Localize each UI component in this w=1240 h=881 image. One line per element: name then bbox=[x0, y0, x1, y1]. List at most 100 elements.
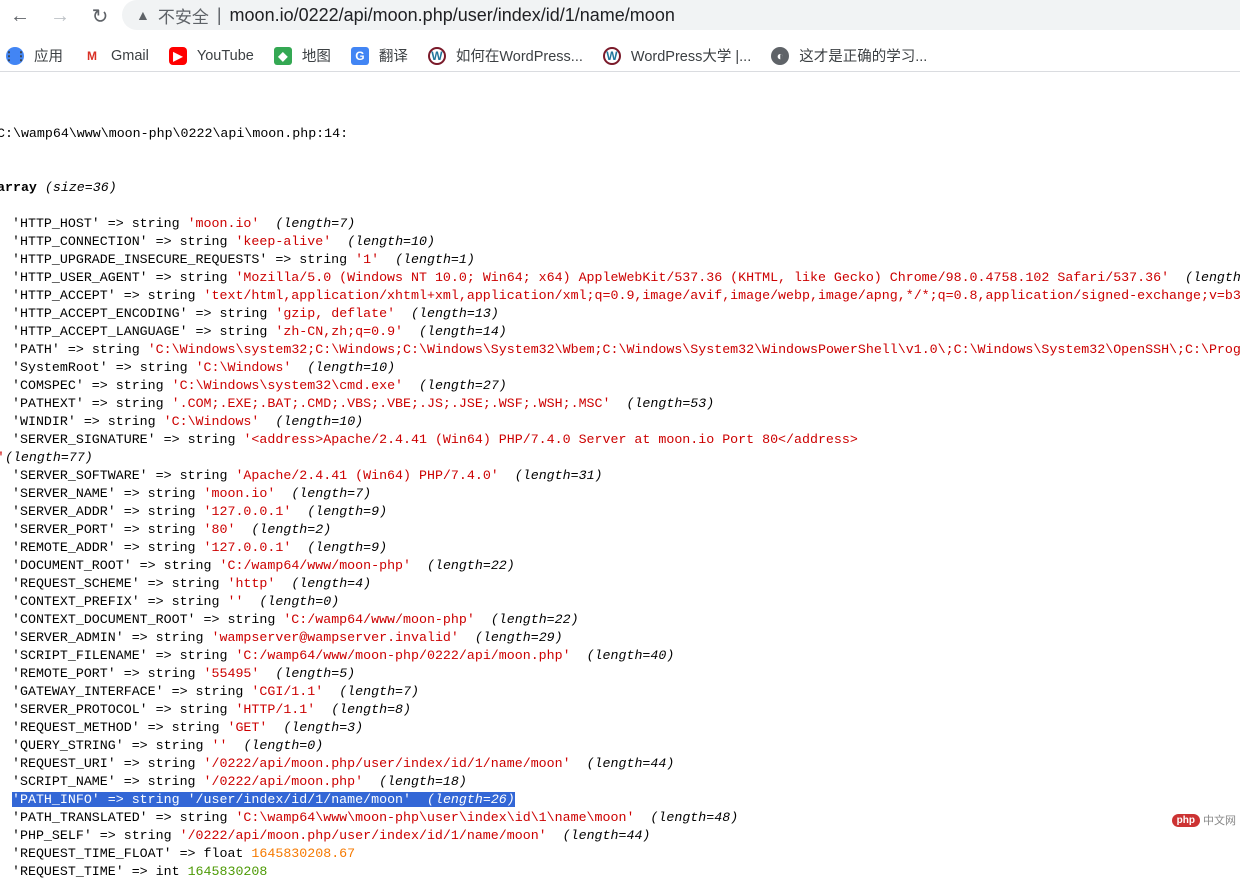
entry-type: string bbox=[179, 810, 228, 825]
entry-length: (length=44) bbox=[562, 828, 651, 843]
entry-type: string bbox=[187, 432, 236, 447]
entry-type: string bbox=[147, 486, 196, 501]
entry-key: 'PATH' bbox=[12, 342, 60, 357]
dump-entry: 'SERVER_NAME' => string 'moon.io' (lengt… bbox=[12, 486, 372, 501]
url-text[interactable]: moon.io/0222/api/moon.php/user/index/id/… bbox=[230, 5, 675, 26]
entry-type: string bbox=[139, 360, 188, 375]
bookmark-item[interactable]: ▶ YouTube bbox=[168, 46, 254, 65]
bookmark-label: WordPress大学 |... bbox=[630, 49, 752, 65]
bookmark-item[interactable]: G 翻译 bbox=[350, 45, 408, 66]
entry-key: 'REQUEST_TIME_FLOAT' bbox=[12, 846, 172, 861]
entry-key: 'SERVER_SIGNATURE' bbox=[12, 432, 156, 447]
maps-icon: ◆ bbox=[273, 46, 292, 65]
bookmark-item[interactable]: ⋮⋮ 应用 bbox=[3, 45, 63, 66]
dump-entry: 'PATHEXT' => string '.COM;.EXE;.BAT;.CMD… bbox=[12, 396, 715, 411]
entry-key: 'WINDIR' bbox=[12, 414, 76, 429]
wordpress-icon: W bbox=[427, 46, 446, 65]
entry-key: 'REQUEST_URI' bbox=[12, 756, 116, 771]
entry-type: string bbox=[147, 504, 196, 519]
entry-value: 'Apache/2.4.41 (Win64) PHP/7.4.0' bbox=[235, 468, 499, 483]
entry-value: 'text/html,application/xhtml+xml,applica… bbox=[203, 288, 1240, 303]
dump-header: array (size=36) bbox=[0, 179, 1240, 197]
dump-entry: 'PATH_TRANSLATED' => string 'C:\wamp64\w… bbox=[12, 810, 739, 825]
entry-type: string bbox=[179, 270, 228, 285]
entry-key: 'HTTP_UPGRADE_INSECURE_REQUESTS' bbox=[12, 252, 268, 267]
bookmark-label: YouTube bbox=[196, 47, 254, 64]
entry-value: '' bbox=[227, 594, 244, 609]
entry-value: 'wampserver@wampserver.invalid' bbox=[211, 630, 459, 645]
entry-key: 'SERVER_PROTOCOL' bbox=[12, 702, 148, 717]
entry-key: 'HTTP_ACCEPT_LANGUAGE' bbox=[12, 324, 188, 339]
entry-value: 'moon.io' bbox=[203, 486, 276, 501]
entry-length: (length=13) bbox=[411, 306, 499, 321]
entry-value: '/0222/api/moon.php' bbox=[203, 774, 364, 789]
entry-value: 'C:\Windows\system32\cmd.exe' bbox=[171, 378, 404, 393]
bookmark-item[interactable]: W 如何在WordPress... bbox=[427, 45, 583, 66]
entry-key: 'SystemRoot' bbox=[12, 360, 108, 375]
entry-value: '/user/index/id/1/name/moon' bbox=[187, 792, 412, 807]
entry-type: string bbox=[131, 216, 180, 231]
entry-type: string bbox=[299, 252, 348, 267]
dump-entry: 'PATH_INFO' => string '/user/index/id/1/… bbox=[0, 791, 1240, 809]
entry-key: 'SERVER_PORT' bbox=[12, 522, 116, 537]
dump-entry: 'HTTP_CONNECTION' => string 'keep-alive'… bbox=[12, 234, 435, 249]
entry-value: 'keep-alive' bbox=[235, 234, 332, 249]
entry-key: 'PATH_INFO' bbox=[12, 792, 100, 807]
entry-key: 'HTTP_CONNECTION' bbox=[12, 234, 148, 249]
entry-key: 'QUERY_STRING' bbox=[12, 738, 124, 753]
entry-key: 'REMOTE_ADDR' bbox=[12, 540, 116, 555]
entry-length: (length=5) bbox=[275, 666, 356, 681]
entry-length: (length=77) bbox=[4, 450, 93, 465]
dump-entry: 'HTTP_ACCEPT_LANGUAGE' => string 'zh-CN,… bbox=[12, 324, 507, 339]
globe-icon: ◐ bbox=[771, 46, 790, 65]
entry-length: (length=18) bbox=[379, 774, 467, 789]
bookmark-item[interactable]: ◐ 这才是正确的学习... bbox=[771, 45, 927, 66]
divider: | bbox=[216, 4, 222, 25]
entry-value: 'C:\Windows' bbox=[163, 414, 260, 429]
dump-entry: 'SERVER_SIGNATURE' => string '<address>A… bbox=[0, 431, 1240, 467]
entry-value: 'C:\Windows' bbox=[195, 360, 292, 375]
entry-type: string bbox=[219, 306, 268, 321]
entry-value: '127.0.0.1' bbox=[203, 504, 292, 519]
watermark-badge: php bbox=[1171, 813, 1200, 827]
entry-length: (length=14) bbox=[419, 324, 507, 339]
dump-entry: 'SystemRoot' => string 'C:\Windows' (len… bbox=[12, 360, 396, 375]
entry-key: 'SERVER_ADDR' bbox=[12, 504, 116, 519]
dump-file-path: C:\wamp64\www\moon-php\0222\api\moon.php… bbox=[0, 126, 349, 141]
bookmark-item[interactable]: ◆ 地图 bbox=[273, 45, 331, 66]
entry-type: string bbox=[155, 630, 204, 645]
back-button[interactable]: ← bbox=[0, 5, 40, 28]
dump-entry: 'WINDIR' => string 'C:\Windows' (length=… bbox=[12, 414, 364, 429]
entry-type: string bbox=[147, 288, 196, 303]
entry-key: 'SERVER_SOFTWARE' bbox=[12, 468, 148, 483]
entry-value: 'zh-CN,zh;q=0.9' bbox=[275, 324, 404, 339]
entry-key: 'PATH_TRANSLATED' bbox=[12, 810, 148, 825]
warning-icon: ▲ bbox=[136, 7, 150, 23]
entry-value: '/0222/api/moon.php/user/index/id/1/name… bbox=[179, 828, 547, 843]
entry-length: (length=22) bbox=[490, 612, 579, 627]
bookmark-item[interactable]: W WordPress大学 |... bbox=[602, 45, 752, 66]
entry-type: int bbox=[155, 864, 180, 879]
entry-length: (length=8) bbox=[331, 702, 412, 717]
entry-length: (length=7) bbox=[275, 216, 356, 231]
forward-button[interactable]: → bbox=[40, 5, 80, 28]
address-bar[interactable]: ▲ 不安全 | moon.io/0222/api/moon.php/user/i… bbox=[122, 0, 1240, 30]
entry-type: string bbox=[227, 612, 276, 627]
entry-length: (length=53) bbox=[626, 396, 715, 411]
entry-length: (length=31) bbox=[514, 468, 603, 483]
bookmark-label: 翻译 bbox=[378, 49, 408, 65]
entry-type: string bbox=[147, 774, 196, 789]
bookmark-label: 地图 bbox=[301, 49, 331, 65]
bookmark-item[interactable]: M Gmail bbox=[83, 46, 149, 65]
watermark: php 中文网 bbox=[1171, 812, 1236, 828]
entry-value: '55495' bbox=[203, 666, 260, 681]
entry-key: 'REQUEST_METHOD' bbox=[12, 720, 140, 735]
dump-entry: 'HTTP_ACCEPT' => string 'text/html,appli… bbox=[12, 288, 1240, 303]
translate-icon: G bbox=[350, 46, 369, 65]
dump-size: (size=36) bbox=[44, 180, 117, 195]
reload-button[interactable]: ↻ bbox=[80, 4, 120, 29]
entry-type: string bbox=[179, 702, 228, 717]
entry-length: (length=7) bbox=[339, 684, 419, 699]
entry-length: (length=27) bbox=[419, 378, 507, 393]
entry-type: string bbox=[115, 378, 164, 393]
